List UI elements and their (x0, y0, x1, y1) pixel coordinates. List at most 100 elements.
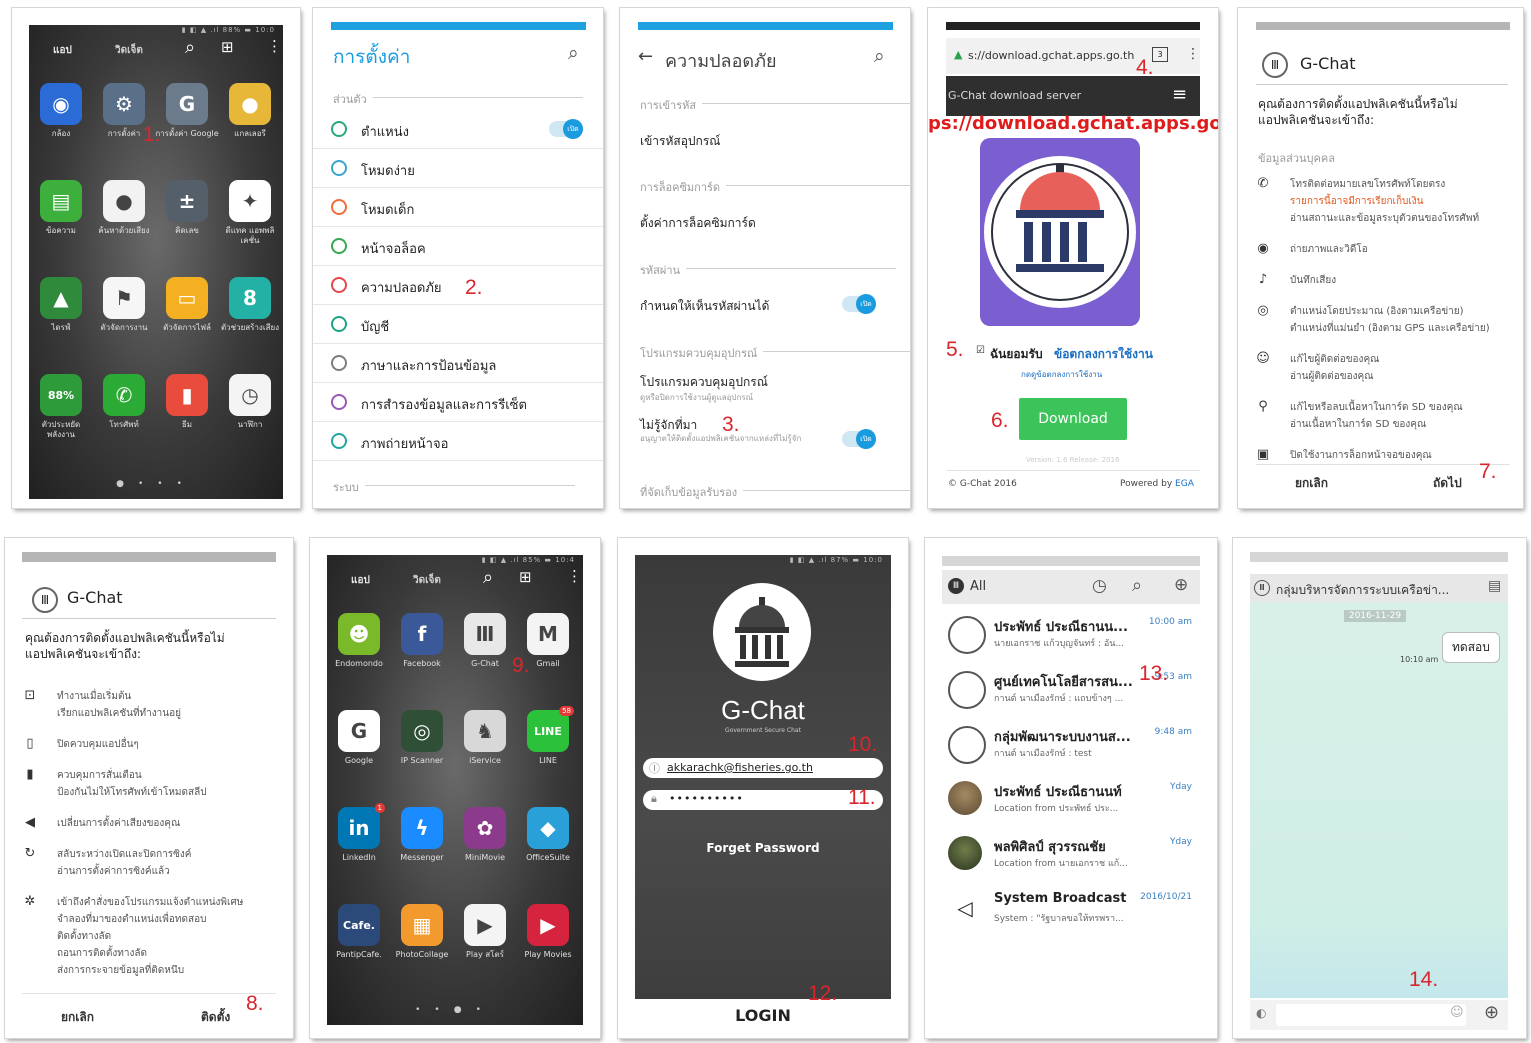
settings-item[interactable]: ความปลอดภัย (313, 266, 603, 305)
app-icon-play-[interactable]: ▶ Play สโตร์ (453, 904, 517, 960)
app-icon--[interactable]: ▭ ตัวจัดการไฟล์ (155, 277, 219, 333)
terms-sublink[interactable]: กดดูข้อตกลงการใช้งาน (1021, 368, 1102, 381)
app-icon-photocollage[interactable]: ▦ PhotoCollage (390, 904, 454, 960)
app-icon--[interactable]: ▤ ข้อความ (29, 180, 93, 236)
cancel-button[interactable]: ยกเลิก (1295, 474, 1328, 493)
app-icon--[interactable]: ± คิดเลข (155, 180, 219, 236)
search-icon[interactable]: ⌕ (568, 42, 579, 64)
chat-list-item[interactable]: กลุ่มพัฒนาระบบงานส... กานต์ นาเมืองรักษ์ … (942, 716, 1200, 771)
email-field[interactable]: Ⓘ akkarachk@fisheries.go.th (643, 758, 883, 778)
app-label: ค้นหาด้วยเสียง (98, 226, 150, 235)
app-icon-messenger[interactable]: ϟ Messenger (390, 807, 454, 863)
app-icon--[interactable]: ▮ ธีม (155, 374, 219, 430)
tab-widgets[interactable]: วิดเจ็ต (413, 573, 441, 588)
section-header: ที่จัดเก็บข้อมูลรับรอง (640, 483, 910, 501)
search-icon[interactable]: ⌕ (483, 567, 493, 588)
back-icon[interactable]: Ⅲ (1254, 580, 1270, 596)
settings-item[interactable]: โหมดเด็ก (313, 188, 603, 227)
app-icon-pantipcafe-[interactable]: Cafe. PantipCafe. (327, 904, 391, 960)
settings-item[interactable]: หน้าจอล็อค (313, 227, 603, 266)
app-icon--google[interactable]: G การตั้งค่า Google (155, 83, 219, 139)
chat-list-item[interactable]: ประพัทธ์ ประณีธานนท์ Location from ประพัท… (942, 771, 1200, 826)
add-icon[interactable]: ⊕ (1174, 575, 1188, 595)
settings-item[interactable]: โหมดง่าย (313, 149, 603, 188)
next-button[interactable]: ถัดไป (1433, 474, 1462, 493)
sim-lock-item[interactable]: ตั้งค่าการล็อคซิมการ์ด (640, 214, 756, 233)
cancel-button[interactable]: ยกเลิก (61, 1008, 94, 1027)
permission-text: ตำแหน่งที่แม่นยำ (อิงตาม GPS และเครือข่า… (1290, 323, 1490, 334)
hamburger-menu-icon[interactable]: ≡ (1172, 84, 1187, 105)
step-label: 14. (1409, 968, 1439, 991)
tab-apps[interactable]: แอป (53, 43, 72, 58)
app-icon-line[interactable]: LINE 58 LINE (516, 706, 580, 766)
forget-password-link[interactable]: Forget Password (635, 841, 891, 855)
settings-item[interactable]: ภาษาและการป้อนข้อมูล (313, 344, 603, 383)
overflow-menu-icon[interactable]: ⋮ (567, 567, 582, 585)
chat-list-item[interactable]: พลพิศิลป์ สุวรรณชัย Location from นายเอกร… (942, 826, 1200, 881)
app-icon--[interactable]: ◷ นาฬิกา (218, 374, 282, 430)
app-icon-iservice[interactable]: ♞ iService (453, 710, 517, 766)
grid-icon[interactable]: ⊞ (519, 568, 532, 586)
app-icon-facebook[interactable]: f Facebook (390, 613, 454, 669)
chat-list-item[interactable]: ◁ System Broadcast System : "รัฐบาลขอให้ทร… (942, 881, 1200, 936)
app-icon--[interactable]: ● แกลเลอรี (218, 83, 282, 139)
app-icon-linkedin[interactable]: in 1 LinkedIn (327, 803, 391, 863)
ega-link[interactable]: EGA (1175, 479, 1194, 489)
app-icon-play-movies[interactable]: ▶ Play Movies (516, 904, 580, 960)
tab-apps[interactable]: แอป (351, 573, 370, 588)
show-password-toggle[interactable]: เปิด (842, 294, 876, 314)
app-icon-g-chat[interactable]: Ⅲ G-Chat (453, 613, 517, 669)
tabs-count-button[interactable]: 3 (1152, 47, 1168, 62)
password-field[interactable]: 🔒︎ •••••••••• (643, 790, 883, 810)
status-bar (22, 552, 276, 562)
back-arrow-icon[interactable]: ← (638, 46, 653, 67)
chat-list-item[interactable]: ประพัทธ์ ประณีธานน... นายเอกราช แก้วบุญจั… (942, 606, 1200, 661)
app-icon-ip-scanner[interactable]: ◎ IP Scanner (390, 710, 454, 766)
add-attachment-icon[interactable]: ⊕ (1484, 1002, 1499, 1023)
app-icon--[interactable]: 8 ตัวช่วยสร้างเสียง (218, 277, 282, 333)
chat-menu-icon[interactable]: ▤ (1488, 578, 1501, 594)
app-icon--[interactable]: ✦ ดีแทค แอพพลิเคชั่น (218, 180, 282, 246)
app-icon--[interactable]: ▲ ไดรฟ์ (29, 277, 93, 333)
recent-icon[interactable]: ◷ (1092, 576, 1107, 596)
emoji-icon[interactable]: ☺ (1450, 1005, 1464, 1020)
tab-widgets[interactable]: วิดเจ็ต (115, 43, 143, 58)
settings-item[interactable]: บัญชี (313, 305, 603, 344)
accept-checkbox[interactable]: ☑ (976, 345, 985, 356)
grid-icon[interactable]: ⊞ (221, 38, 234, 56)
login-button[interactable]: LOGIN (618, 1006, 908, 1025)
search-icon[interactable]: ⌕ (1132, 575, 1142, 596)
settings-item[interactable]: การสำรองข้อมูลและการรีเซ็ต (313, 383, 603, 422)
app-icon--[interactable]: ◉ กล้อง (29, 83, 93, 139)
overflow-menu-icon[interactable]: ⋮ (267, 37, 282, 55)
app-icon--[interactable]: ⚑ ตัวจัดการงาน (92, 277, 156, 333)
permission-text: อ่านเนื้อหาในการ์ด SD ของคุณ (1290, 419, 1427, 430)
voice-icon[interactable]: ◐ (1256, 1006, 1266, 1020)
device-admin-item[interactable]: โปรแกรมควบคุมอุปกรณ์ (640, 373, 768, 392)
terms-link[interactable]: ข้อตกลงการใช้งาน (1054, 345, 1153, 364)
settings-item[interactable]: ภาพถ่ายหน้าจอ (313, 422, 603, 461)
app-icon-endomondo[interactable]: ☻ Endomondo (327, 613, 391, 669)
show-password-item: กำหนดให้เห็นรหัสผ่านได้ (640, 299, 770, 313)
filter-dropdown[interactable]: All (970, 579, 986, 594)
message-input[interactable] (1276, 1004, 1466, 1026)
overflow-menu-icon[interactable]: ⋮ (1186, 46, 1200, 62)
app-icon--[interactable]: ✆ โทรศัพท์ (92, 374, 156, 430)
unknown-sources-toggle[interactable]: เปิด (842, 429, 876, 449)
download-button[interactable]: Download (1019, 398, 1127, 440)
site-title: G-Chat download server (948, 89, 1082, 102)
install-button[interactable]: ติดตั้ง (201, 1008, 230, 1027)
app-icon--[interactable]: ● ค้นหาด้วยเสียง (92, 180, 156, 236)
notification-badge: 58 (559, 706, 574, 716)
url-field[interactable]: s://download.gchat.apps.go.th (968, 49, 1134, 62)
encrypt-device-item[interactable]: เข้ารหัสอุปกรณ์ (640, 132, 720, 151)
app-icon-officesuite[interactable]: ◆ OfficeSuite (516, 807, 580, 863)
search-icon[interactable]: ⌕ (874, 45, 885, 67)
app-glyph-icon: ▲ (40, 277, 82, 319)
location-toggle[interactable]: เปิด (549, 119, 583, 139)
app-icon--[interactable]: 88% ตัวประหยัดพลังงาน (29, 374, 93, 440)
app-name: G-Chat (1300, 54, 1356, 73)
search-icon[interactable]: ⌕ (185, 37, 195, 58)
app-icon-google[interactable]: G Google (327, 710, 391, 766)
app-icon-minimovie[interactable]: ✿ MiniMovie (453, 807, 517, 863)
